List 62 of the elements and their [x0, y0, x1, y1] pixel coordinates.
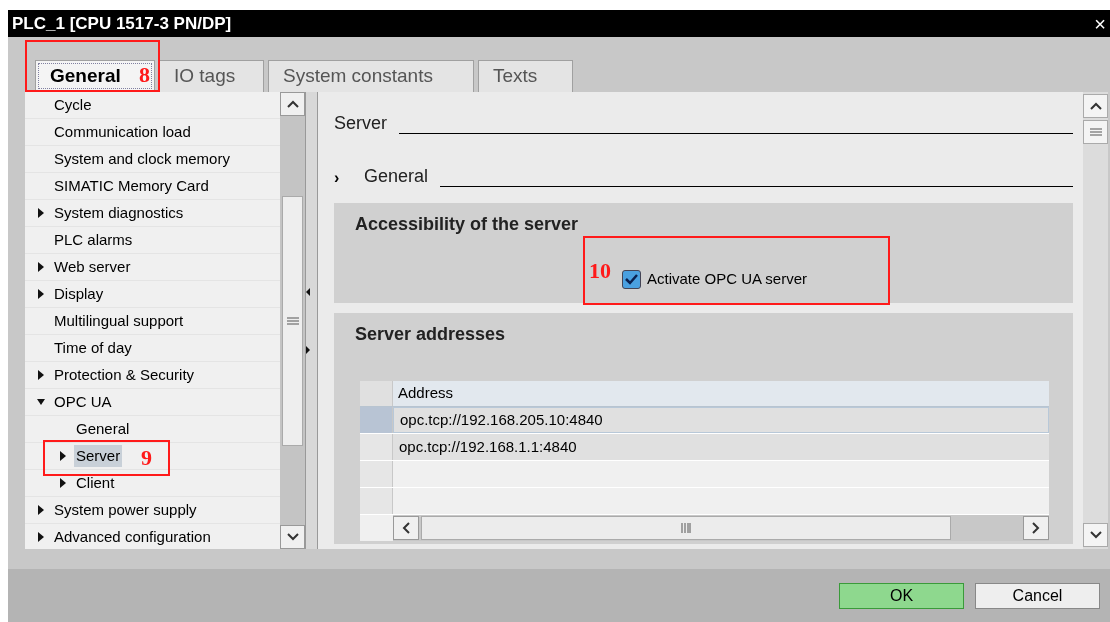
caret-right-icon[interactable] — [37, 532, 45, 542]
subsection-heading: General — [364, 165, 429, 188]
grip-icon[interactable] — [286, 316, 299, 325]
tree-item[interactable]: SIMATIC Memory Card — [52, 174, 211, 198]
checkmark-icon — [625, 273, 638, 285]
tree-item[interactable]: Web server — [52, 255, 133, 279]
close-button[interactable]: × — [1094, 13, 1106, 34]
tree-item[interactable]: Client — [74, 471, 117, 495]
cancel-button[interactable]: Cancel — [975, 582, 1100, 609]
tree-item[interactable]: Server — [74, 444, 123, 468]
chevron-down-icon[interactable] — [1089, 531, 1102, 539]
annotation-number: 10 — [589, 259, 611, 282]
scrollbar[interactable] — [280, 92, 305, 549]
window-title: PLC_1 [CPU 1517-3 PN/DP] — [12, 12, 232, 35]
tree-item[interactable]: Display — [52, 282, 106, 306]
column-header[interactable]: Address — [393, 381, 1049, 406]
caret-right-icon[interactable] — [59, 478, 67, 488]
tree-item[interactable]: Cycle — [52, 93, 94, 117]
checkbox[interactable] — [622, 269, 641, 289]
checkbox-label[interactable]: Activate OPC UA server — [647, 268, 808, 291]
table-cell[interactable]: opc.tcp://192.168.1.1:4840 — [393, 434, 1049, 460]
tree-item[interactable]: Protection & Security — [52, 363, 197, 387]
caret-right-icon[interactable] — [37, 262, 45, 272]
tree-item[interactable]: Communication load — [52, 120, 193, 144]
ok-button[interactable]: OK — [839, 582, 964, 609]
chevron-right-icon[interactable] — [1032, 522, 1040, 534]
annotation-number: 8 — [139, 64, 150, 86]
triangle-right-icon[interactable] — [306, 345, 310, 354]
tab[interactable]: System constants — [268, 60, 474, 92]
tab[interactable]: Texts — [478, 60, 573, 92]
panel-title: Accessibility of the server — [355, 213, 580, 236]
tree-item[interactable]: OPC UA — [52, 390, 114, 414]
chevron-left-icon[interactable] — [402, 522, 410, 534]
tree-item[interactable]: Multilingual support — [52, 309, 186, 333]
chevron-down-icon[interactable] — [286, 533, 299, 541]
grip-icon[interactable] — [1089, 128, 1102, 136]
tree-item[interactable]: System power supply — [52, 498, 199, 522]
chevron-up-icon[interactable] — [1089, 102, 1102, 110]
caret-right-icon[interactable] — [37, 505, 45, 515]
horizontal-scrollbar[interactable] — [393, 515, 1049, 541]
chevron-marker[interactable]: › — [334, 166, 364, 190]
tree-item[interactable]: PLC alarms — [52, 228, 135, 252]
grip-icon[interactable] — [681, 523, 691, 533]
tree-item[interactable]: System and clock memory — [52, 147, 232, 171]
caret-right-icon[interactable] — [37, 289, 45, 299]
tree-item[interactable]: System diagnostics — [52, 201, 186, 225]
caret-right-icon[interactable] — [37, 370, 45, 380]
tree-item[interactable]: Time of day — [52, 336, 134, 360]
table-cell[interactable]: opc.tcp://192.168.205.10:4840 — [393, 407, 1049, 433]
triangle-left-icon[interactable] — [306, 287, 310, 296]
section-heading: Server — [334, 112, 387, 135]
tree-item[interactable]: General — [74, 417, 132, 441]
caret-down-icon[interactable] — [37, 397, 45, 407]
tab[interactable]: IO tags — [159, 60, 264, 92]
annotation-number: 9 — [141, 447, 152, 469]
tree-item[interactable]: Advanced configuration — [52, 525, 213, 549]
caret-right-icon[interactable] — [37, 208, 45, 218]
panel-title: Server addresses — [355, 323, 507, 346]
scrollbar[interactable] — [1083, 92, 1108, 549]
caret-right-icon[interactable] — [59, 451, 67, 461]
header-corner — [360, 381, 393, 406]
chevron-up-icon[interactable] — [286, 100, 299, 108]
